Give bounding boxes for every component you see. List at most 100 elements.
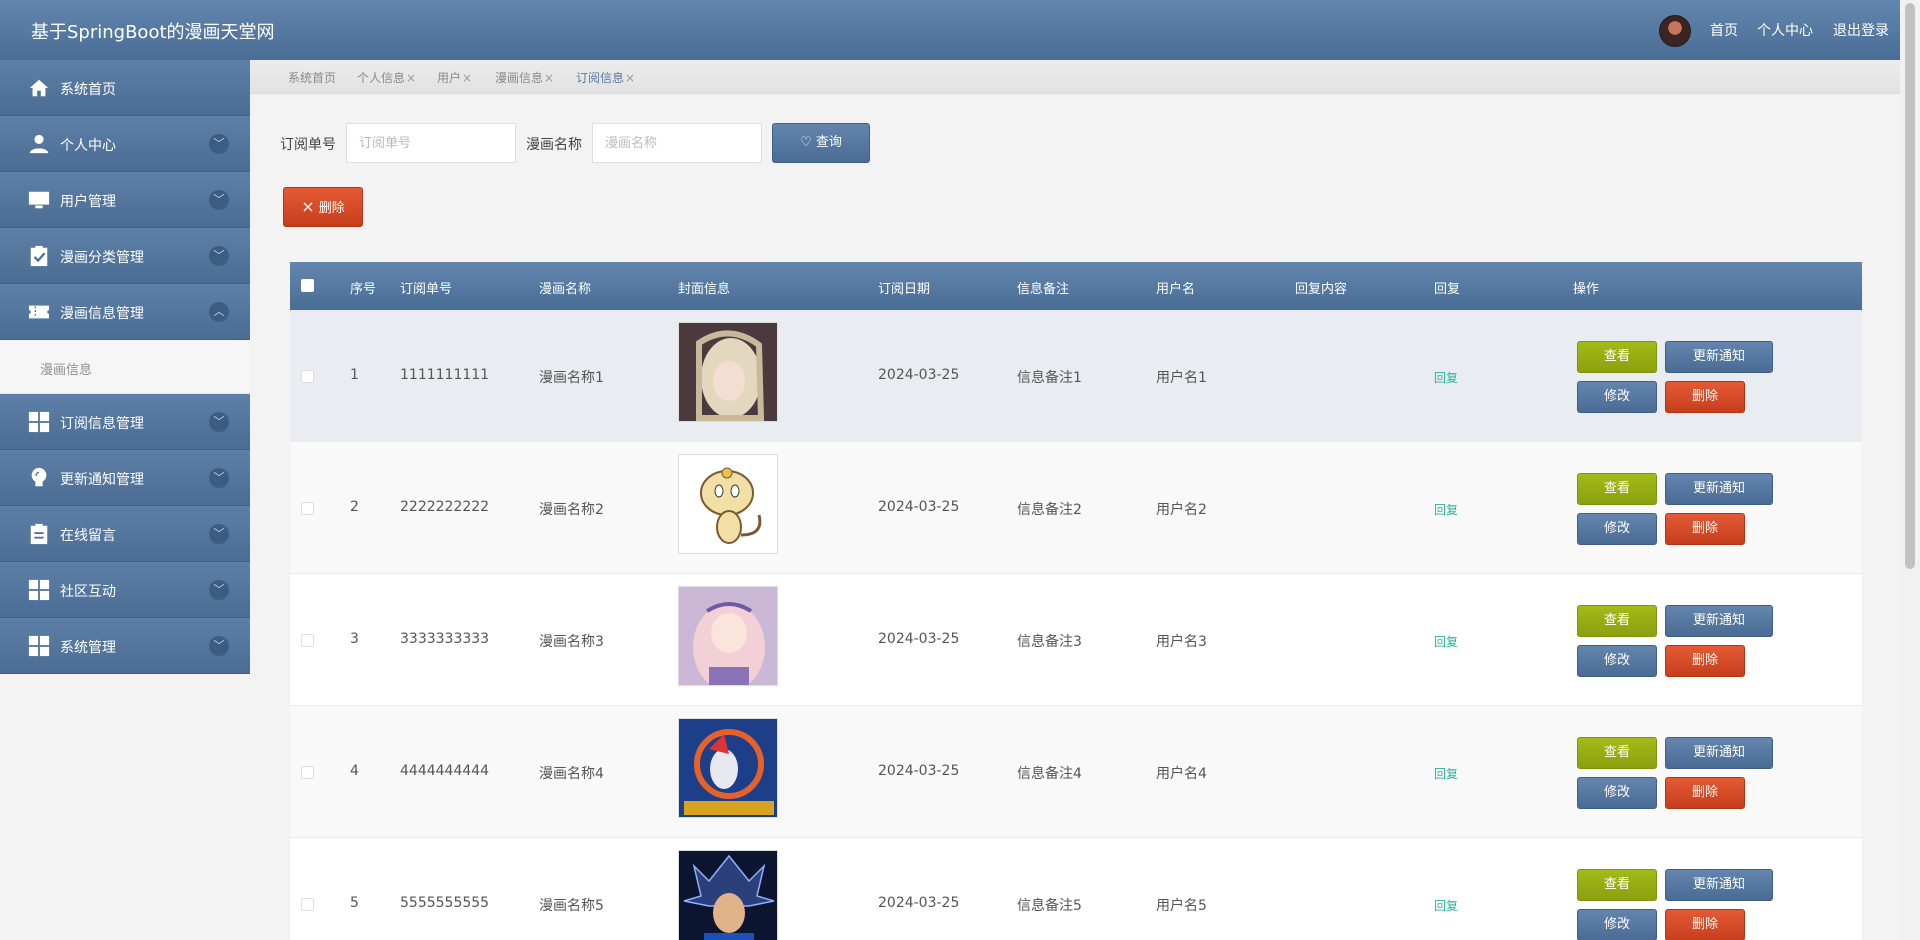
comic-name-input[interactable]	[592, 123, 762, 163]
delete-button[interactable]: 删除	[1665, 381, 1745, 413]
sidebar-item-notify[interactable]: 更新通知管理 ﹀	[0, 450, 250, 506]
row-checkbox[interactable]	[301, 502, 314, 515]
close-icon[interactable]: ×	[544, 71, 554, 85]
sidebar-item-label: 更新通知管理	[60, 472, 144, 488]
column-header: 操作	[1573, 282, 1600, 297]
sidebar-item-category[interactable]: 漫画分类管理 ﹀	[0, 228, 250, 284]
edit-button[interactable]: 修改	[1577, 513, 1657, 545]
row-checkbox[interactable]	[301, 634, 314, 647]
cover-image	[678, 850, 778, 940]
delete-button[interactable]: 删除	[1665, 513, 1745, 545]
reply-link[interactable]: 回复	[1434, 369, 1458, 386]
cell-note: 信息备注2	[1017, 502, 1082, 518]
cell-date: 2024-03-25	[878, 367, 960, 383]
edit-button[interactable]: 修改	[1577, 909, 1657, 940]
tab-label: 用户	[437, 71, 462, 85]
sidebar-item-community[interactable]: 社区互动 ﹀	[0, 562, 250, 618]
page-scrollbar[interactable]	[1900, 0, 1920, 940]
column-header: 信息备注	[1017, 282, 1070, 297]
edit-button[interactable]: 修改	[1577, 777, 1657, 809]
close-icon[interactable]: ×	[406, 71, 416, 85]
comic-name-label: 漫画名称	[526, 137, 582, 153]
column-header: 用户名	[1156, 282, 1196, 297]
sidebar-item-users[interactable]: 用户管理 ﹀	[0, 172, 250, 228]
table-row: 2 2222222222 漫画名称2 2024-03-25 信息备注2 用户名2…	[290, 442, 1862, 574]
sidebar: 系统首页 个人中心 ﹀ 用户管理 ﹀ 漫画分类管理 ﹀ 漫画信息管理 ︿ 漫画信…	[0, 60, 250, 674]
delete-button[interactable]: 删除	[1665, 909, 1745, 940]
close-icon[interactable]: ×	[625, 71, 635, 85]
column-header: 订阅日期	[878, 282, 931, 297]
delete-button[interactable]: 删除	[1665, 777, 1745, 809]
update-notify-button[interactable]: 更新通知	[1665, 341, 1773, 373]
tab-comic-info[interactable]: 漫画信息×	[495, 69, 554, 86]
cell-comic-name: 漫画名称2	[539, 502, 604, 518]
cell-date: 2024-03-25	[878, 499, 960, 515]
update-notify-button[interactable]: 更新通知	[1665, 737, 1773, 769]
reply-link[interactable]: 回复	[1434, 633, 1458, 650]
reply-link[interactable]: 回复	[1434, 765, 1458, 782]
update-notify-button[interactable]: 更新通知	[1665, 869, 1773, 901]
view-button[interactable]: 查看	[1577, 605, 1657, 637]
column-header: 回复内容	[1295, 282, 1348, 297]
sidebar-item-system[interactable]: 系统管理 ﹀	[0, 618, 250, 674]
reply-link[interactable]: 回复	[1434, 897, 1458, 914]
delete-button[interactable]: 删除	[1665, 645, 1745, 677]
batch-delete-button[interactable]: × 删除	[283, 187, 363, 227]
chevron-down-icon: ﹀	[209, 412, 229, 432]
sidebar-item-subscription[interactable]: 订阅信息管理 ﹀	[0, 394, 250, 450]
sidebar-item-comic-info[interactable]: 漫画信息管理 ︿	[0, 284, 250, 340]
avatar[interactable]	[1659, 15, 1691, 47]
sidebar-subitem-comic-info[interactable]: 漫画信息	[0, 340, 250, 394]
sidebar-item-label: 个人中心	[60, 138, 116, 154]
nav-home-link[interactable]: 首页	[1710, 20, 1738, 40]
view-button[interactable]: 查看	[1577, 737, 1657, 769]
clipboard-icon	[30, 523, 48, 545]
row-checkbox[interactable]	[301, 370, 314, 383]
sidebar-item-home[interactable]: 系统首页	[0, 60, 250, 116]
heart-icon: ♡	[800, 135, 812, 150]
cell-index: 3	[350, 631, 359, 647]
select-all-checkbox[interactable]	[301, 279, 314, 292]
update-notify-button[interactable]: 更新通知	[1665, 605, 1773, 637]
row-checkbox[interactable]	[301, 766, 314, 779]
sidebar-item-label: 社区互动	[60, 584, 116, 600]
sidebar-item-label: 漫画信息管理	[60, 306, 144, 322]
chevron-down-icon: ﹀	[209, 524, 229, 544]
view-button[interactable]: 查看	[1577, 869, 1657, 901]
update-notify-button[interactable]: 更新通知	[1665, 473, 1773, 505]
scrollbar-thumb[interactable]	[1905, 3, 1915, 569]
query-button[interactable]: ♡ 查询	[772, 123, 870, 163]
tab-label: 系统首页	[288, 71, 337, 85]
edit-button[interactable]: 修改	[1577, 645, 1657, 677]
table-row: 4 4444444444 漫画名称4 2024-03-25 信息备注4 用户名4…	[290, 706, 1862, 838]
view-button[interactable]: 查看	[1577, 473, 1657, 505]
cell-username: 用户名5	[1156, 898, 1207, 914]
tab-users[interactable]: 用户×	[437, 69, 472, 86]
cell-username: 用户名4	[1156, 766, 1207, 782]
cell-order-no: 2222222222	[400, 499, 490, 515]
nav-logout-link[interactable]: 退出登录	[1833, 20, 1889, 40]
close-icon[interactable]: ×	[462, 71, 472, 85]
tab-subscription-info[interactable]: 订阅信息×	[576, 69, 635, 86]
tab-label: 个人信息	[357, 71, 406, 85]
column-header: 封面信息	[678, 282, 731, 297]
sidebar-item-profile[interactable]: 个人中心 ﹀	[0, 116, 250, 172]
reply-link[interactable]: 回复	[1434, 501, 1458, 518]
cell-order-no: 3333333333	[400, 631, 490, 647]
chevron-down-icon: ﹀	[209, 636, 229, 656]
order-no-input[interactable]	[346, 123, 516, 163]
sidebar-item-messages[interactable]: 在线留言 ﹀	[0, 506, 250, 562]
order-no-label: 订阅单号	[280, 137, 336, 153]
row-checkbox[interactable]	[301, 898, 314, 911]
nav-profile-link[interactable]: 个人中心	[1757, 20, 1813, 40]
view-button[interactable]: 查看	[1577, 341, 1657, 373]
edit-button[interactable]: 修改	[1577, 381, 1657, 413]
cell-index: 2	[350, 499, 359, 515]
top-header: 基于SpringBoot的漫画天堂网 首页 个人中心 退出登录	[0, 0, 1900, 60]
tab-personal-info[interactable]: 个人信息×	[357, 69, 416, 86]
sidebar-item-label: 在线留言	[60, 528, 116, 544]
column-header: 序号	[350, 282, 377, 297]
bulb-icon	[31, 467, 47, 487]
tab-home[interactable]: 系统首页	[288, 69, 336, 86]
close-icon: ×	[301, 197, 315, 216]
